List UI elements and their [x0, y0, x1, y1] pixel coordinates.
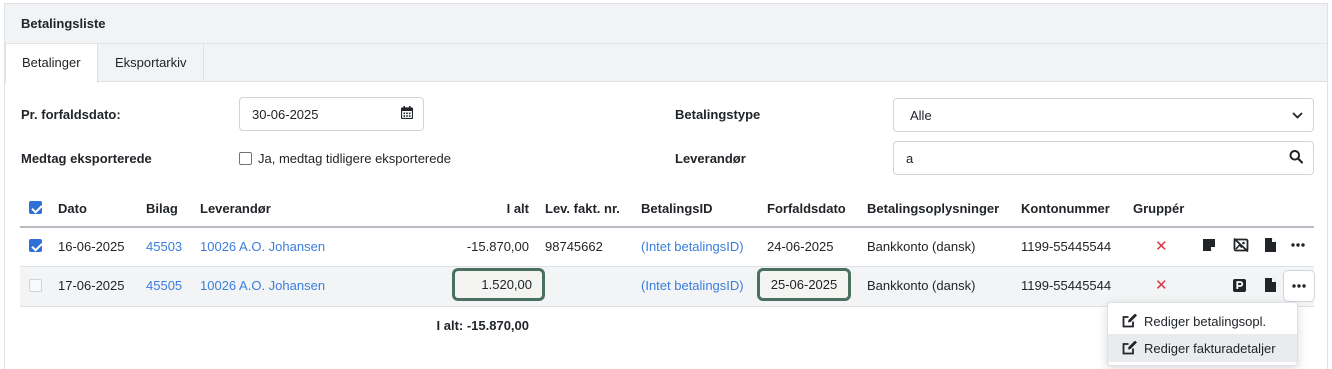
row-supplier-link[interactable]: 10026 A.O. Johansen: [200, 239, 325, 254]
row-group-x-icon[interactable]: ✕: [1155, 237, 1168, 255]
select-all-checkbox[interactable]: [29, 201, 42, 214]
row-due-date-highlighted: 25-06-2025: [757, 268, 851, 301]
due-date-value: 30-06-2025: [252, 106, 319, 122]
calendar-icon[interactable]: [400, 106, 414, 122]
tab-betalinger[interactable]: Betalinger: [5, 44, 98, 83]
include-exported-checkbox-label: Ja, medtag tidligere eksporterede: [258, 151, 451, 166]
menu-item-label: Rediger fakturadetaljer: [1144, 340, 1276, 356]
row-payment-info: Bankkonto (dansk): [867, 239, 976, 254]
tab-bar: Betalinger Eksportarkiv: [5, 44, 1327, 83]
more-options-icon: [1292, 284, 1306, 288]
row-due-date: 24-06-2025: [767, 239, 834, 254]
row-supplier-link[interactable]: 10026 A.O. Johansen: [200, 278, 325, 293]
tab-eksportarkiv[interactable]: Eksportarkiv: [99, 44, 204, 82]
table-header-divider: [20, 226, 1314, 228]
col-header-due-date[interactable]: Forfaldsdato: [767, 201, 846, 216]
menu-item-edit-invoice-details[interactable]: Rediger fakturadetaljer: [1108, 334, 1297, 362]
payment-type-select[interactable]: Alle: [893, 98, 1314, 132]
row-date: 16-06-2025: [58, 239, 125, 254]
row-checkbox[interactable]: [29, 239, 42, 252]
col-header-payment-id[interactable]: BetalingsID: [641, 201, 713, 216]
include-exported-label: Medtag eksporterede: [21, 151, 152, 166]
row-total: -15.870,00: [466, 239, 529, 254]
col-header-group[interactable]: Gruppér: [1133, 201, 1184, 216]
include-exported-option[interactable]: Ja, medtag tidligere eksporterede: [239, 151, 451, 166]
search-icon[interactable]: [1289, 150, 1304, 167]
edit-icon: [1122, 341, 1137, 355]
table-footer-total: I alt: -15.870,00: [436, 318, 530, 333]
edit-icon: [1122, 314, 1137, 328]
image-slash-icon[interactable]: [1233, 237, 1249, 253]
due-date-input[interactable]: 30-06-2025: [239, 97, 424, 131]
due-date-label: Pr. forfaldsdato:: [21, 107, 121, 122]
col-header-voucher[interactable]: Bilag: [146, 201, 178, 216]
panel-title: Betalingsliste: [5, 4, 1327, 44]
include-exported-checkbox[interactable]: [239, 152, 252, 165]
parking-p-icon[interactable]: [1232, 278, 1246, 292]
more-options-button[interactable]: [1283, 270, 1315, 302]
col-header-account-no[interactable]: Kontonummer: [1021, 201, 1110, 216]
col-header-total[interactable]: I alt: [450, 201, 529, 216]
col-header-payment-info[interactable]: Betalingsoplysninger: [867, 201, 999, 216]
file-icon[interactable]: [1264, 237, 1276, 252]
row-invoice-no: 98745662: [545, 239, 603, 254]
row-voucher-link[interactable]: 45505: [146, 278, 182, 293]
row-payment-id-link[interactable]: (Intet betalingsID): [641, 239, 744, 254]
row-account-no: 1199-55445544: [1021, 239, 1112, 254]
supplier-label: Leverandør: [675, 151, 746, 166]
row-checkbox[interactable]: [29, 279, 42, 292]
row-actions-dropdown: Rediger betalingsopl. Rediger fakturadet…: [1107, 302, 1298, 366]
payment-type-value: Alle: [910, 107, 932, 123]
col-header-supplier[interactable]: Leverandør: [200, 201, 271, 216]
payment-type-label: Betalingstype: [675, 107, 761, 122]
col-header-invoice-no[interactable]: Lev. fakt. nr.: [545, 201, 620, 216]
more-options-icon[interactable]: [1290, 238, 1306, 252]
menu-item-label: Rediger betalingsopl.: [1144, 313, 1267, 329]
row-account-no: 1199-55445544: [1021, 278, 1112, 293]
row-payment-info: Bankkonto (dansk): [867, 278, 976, 293]
sticky-note-icon[interactable]: [1202, 238, 1216, 252]
row-voucher-link[interactable]: 45503: [146, 239, 182, 254]
row-group-x-icon[interactable]: ✕: [1155, 276, 1168, 294]
chevron-down-icon: [1292, 108, 1303, 123]
supplier-search-input[interactable]: a: [893, 141, 1314, 175]
row-payment-id-link[interactable]: (Intet betalingsID): [641, 278, 744, 293]
supplier-search-value: a: [906, 150, 914, 166]
row-date: 17-06-2025: [58, 278, 125, 293]
file-icon[interactable]: [1264, 277, 1276, 292]
menu-item-edit-payment-info[interactable]: Rediger betalingsopl.: [1108, 307, 1297, 335]
row-total-highlighted: 1.520,00: [452, 268, 545, 301]
col-header-date[interactable]: Dato: [58, 201, 87, 216]
